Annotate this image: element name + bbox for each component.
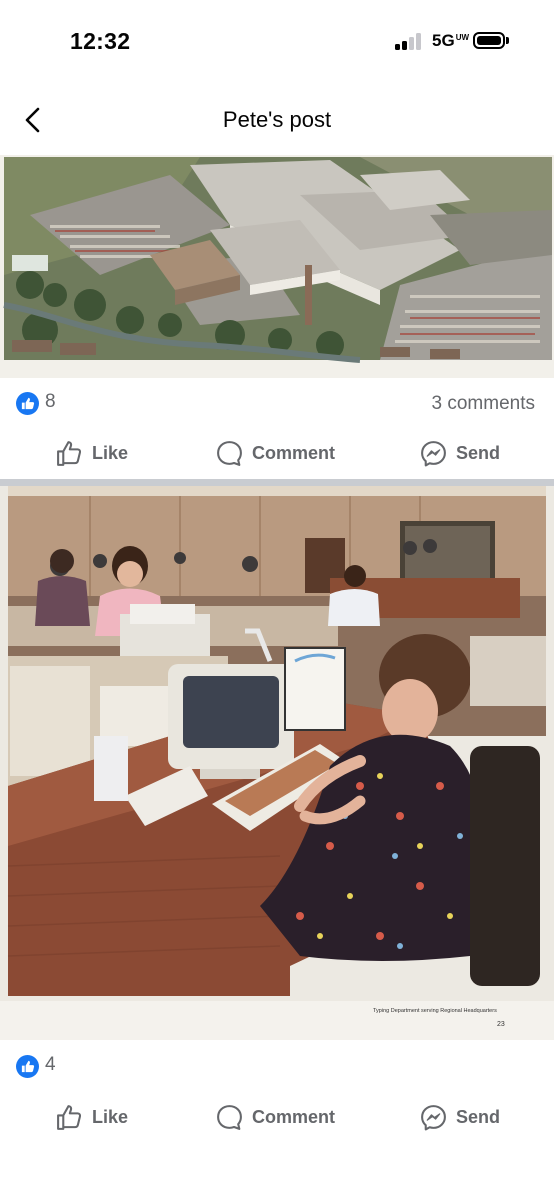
- like-button[interactable]: Like: [55, 431, 128, 475]
- post-separator: [0, 479, 554, 486]
- status-time: 12:32: [70, 28, 131, 54]
- post-photo-office[interactable]: Typing Department serving Regional Headq…: [0, 486, 554, 1040]
- send-label: Send: [456, 442, 501, 463]
- messenger-icon: [421, 1104, 446, 1130]
- thumbs-up-icon: [57, 440, 82, 466]
- comment-bubble-icon: [217, 440, 242, 466]
- photo-caption: Typing Department serving Regional Headq…: [373, 1008, 497, 1014]
- like-reaction-icon: [16, 392, 39, 415]
- send-label: Send: [456, 1106, 501, 1127]
- like-reaction-icon: [16, 1055, 39, 1078]
- comment-button[interactable]: Comment: [215, 431, 335, 475]
- send-button[interactable]: Send: [419, 431, 500, 475]
- reaction-count[interactable]: 4: [45, 1054, 56, 1076]
- comment-label: Comment: [252, 1106, 336, 1127]
- network-type: 5GUW: [432, 31, 470, 50]
- post-actions: Like Comment Send: [0, 1095, 554, 1139]
- page-number: 23: [497, 1021, 505, 1028]
- like-label: Like: [92, 442, 129, 463]
- post-photo-aerial[interactable]: [0, 155, 554, 378]
- status-bar: 12:32 5GUW: [0, 0, 554, 80]
- comment-bubble-icon: [217, 1104, 242, 1130]
- reactions-row: 4: [0, 1047, 554, 1087]
- reaction-count[interactable]: 8: [45, 391, 56, 413]
- post-actions: Like Comment Send: [0, 431, 554, 475]
- cellular-signal-icon: [395, 33, 423, 50]
- reactions-row: 8 3 comments: [0, 384, 554, 424]
- page-title: Pete's post: [222, 107, 332, 132]
- like-label: Like: [92, 1106, 129, 1127]
- post-header: Pete's post: [0, 90, 554, 150]
- send-button[interactable]: Send: [419, 1095, 500, 1139]
- thumbs-up-icon: [57, 1104, 82, 1130]
- like-button[interactable]: Like: [55, 1095, 128, 1139]
- comment-label: Comment: [252, 442, 336, 463]
- comment-button[interactable]: Comment: [215, 1095, 335, 1139]
- messenger-icon: [421, 440, 446, 466]
- battery-tip: [506, 37, 509, 44]
- comments-count[interactable]: 3 comments: [432, 393, 535, 415]
- battery-icon: [473, 32, 505, 49]
